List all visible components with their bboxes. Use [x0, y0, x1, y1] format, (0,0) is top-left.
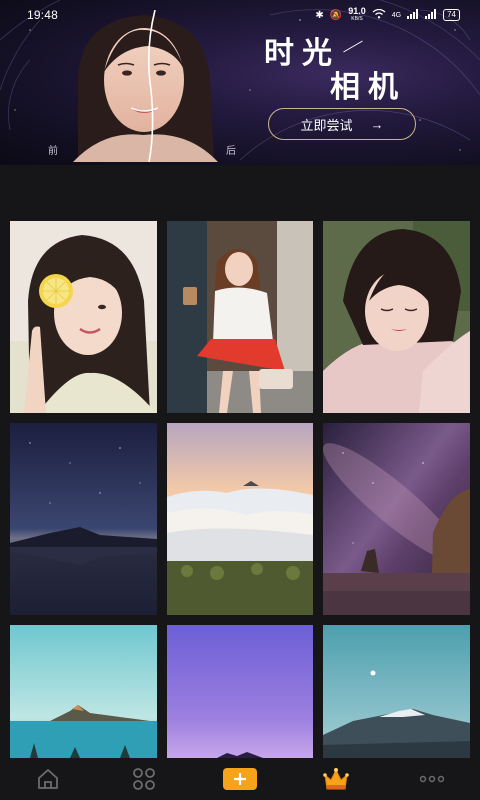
crown-vip-icon: [323, 768, 349, 790]
net-speed-unit: KB/S: [351, 16, 363, 22]
gallery-tile-teal-island[interactable]: [10, 625, 157, 758]
clock: 19:48: [27, 8, 59, 22]
bluetooth-icon: ✱: [315, 9, 324, 21]
grid-apps-icon: [133, 768, 155, 790]
signal-bars-icon: [407, 8, 419, 22]
after-label: 后: [226, 146, 236, 157]
before-after-portrait: [73, 15, 218, 162]
comparison-divider[interactable]: [145, 10, 157, 162]
nav-home[interactable]: [0, 758, 96, 800]
gallery-tile-portrait-red-skirt[interactable]: [167, 221, 313, 413]
nav-vip[interactable]: [288, 758, 384, 800]
banner-title-line2: 相机: [330, 70, 406, 105]
before-label: 前: [48, 146, 58, 157]
gallery-tile-milky-way-coast[interactable]: [323, 423, 470, 615]
arrow-right-icon: →: [370, 116, 384, 132]
nav-more[interactable]: [384, 758, 480, 800]
bottom-nav: [0, 758, 480, 800]
try-now-button[interactable]: 立即尝试 →: [268, 108, 416, 140]
signal-4g-label: 4G: [391, 11, 402, 19]
gallery-tile-snowy-mountain[interactable]: [323, 625, 470, 758]
net-speed: 91.0 KB/S: [348, 7, 366, 23]
portrait-lemon-image: [10, 221, 157, 413]
signal-bars-icon-2: [425, 8, 437, 22]
night-lake-image: [10, 423, 157, 615]
gallery-tile-sea-of-clouds[interactable]: [167, 423, 313, 615]
battery-icon: 74: [443, 9, 460, 21]
bell-mute-icon: 🔕: [329, 9, 343, 21]
more-dots-icon: [420, 775, 444, 783]
net-speed-value: 91.0: [348, 6, 366, 16]
wifi-icon: [372, 8, 386, 22]
banner-title-line1: 时光: [264, 36, 340, 71]
nav-create[interactable]: [192, 758, 288, 800]
milky-way-coast-image: [323, 423, 470, 615]
portrait-red-skirt-image: [167, 221, 313, 413]
gallery-tile-portrait-pink-blouse[interactable]: [323, 221, 470, 413]
home-icon: [38, 769, 58, 789]
snowy-mountain-image: [323, 625, 470, 758]
status-bar: 19:48 ✱ 🔕 91.0 KB/S 4G 74: [0, 0, 480, 30]
gallery-tile-portrait-lemon[interactable]: [10, 221, 157, 413]
gallery-tile-purple-sky[interactable]: [167, 625, 313, 758]
nav-apps[interactable]: [96, 758, 192, 800]
add-plus-icon: [223, 768, 257, 790]
purple-sky-image: [167, 625, 313, 758]
portrait-pink-blouse-image: [323, 221, 470, 413]
try-now-label: 立即尝试: [300, 117, 353, 133]
gallery-tile-night-lake[interactable]: [10, 423, 157, 615]
teal-island-image: [10, 625, 157, 758]
sea-of-clouds-image: [167, 423, 313, 615]
status-icons: ✱ 🔕 91.0 KB/S 4G 74: [315, 7, 460, 23]
